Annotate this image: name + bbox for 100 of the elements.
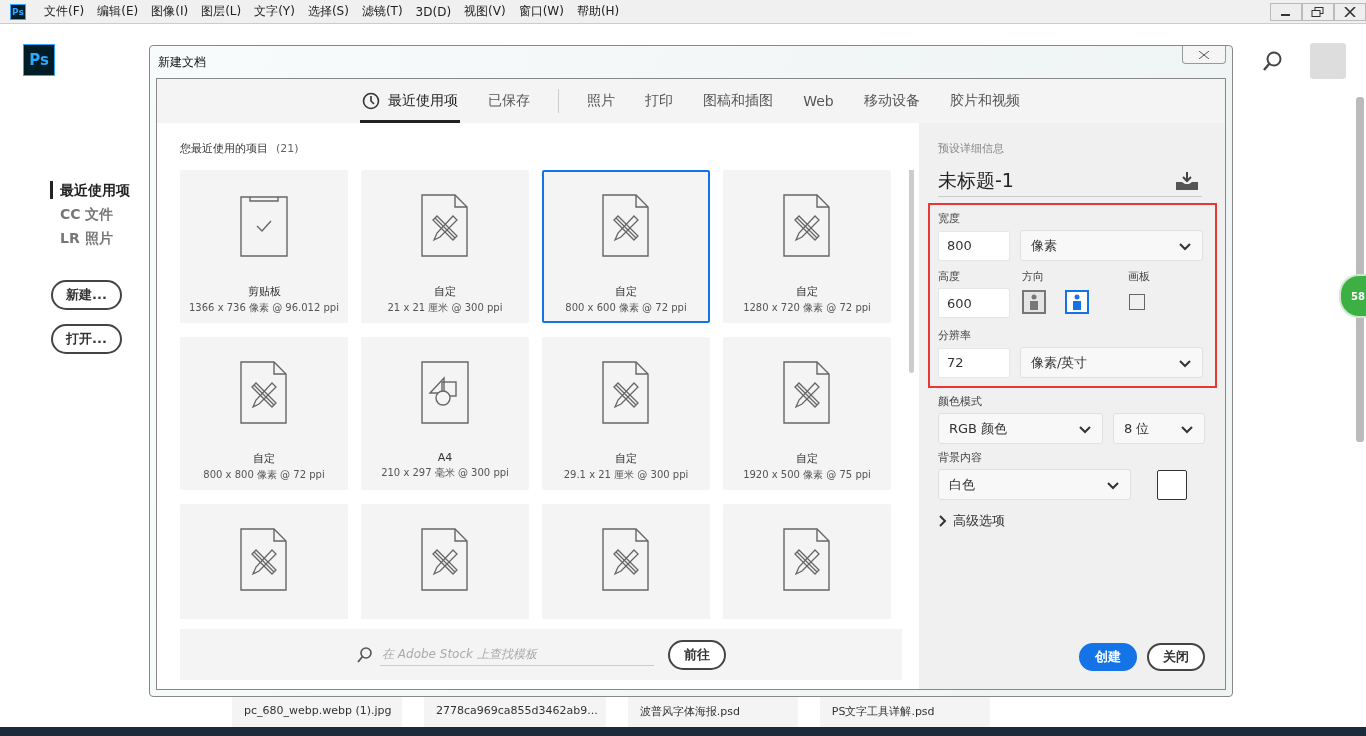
ruler-pencil-document-icon [783, 194, 831, 258]
dropdown[interactable]: 像素/英寸 [1020, 347, 1203, 378]
preset-card[interactable]: 自定 800 x 800 像素 @ 72 ppi [180, 337, 348, 490]
field-label: 宽度 [938, 211, 961, 226]
chevron-down-icon [1178, 357, 1192, 368]
preset-name: 自定 [796, 284, 818, 299]
close-button[interactable] [1182, 46, 1226, 64]
preset-size: 800 x 800 像素 @ 72 ppi [203, 468, 325, 482]
close-button[interactable]: 关闭 [1147, 643, 1205, 671]
ruler-pencil-document-icon [240, 528, 288, 592]
tab[interactable]: 图稿和插图 [701, 82, 776, 123]
color-swatch[interactable] [1157, 469, 1187, 500]
chevron-down-icon [1106, 479, 1120, 490]
pill-button[interactable]: 打开... [51, 324, 122, 354]
shapes-document-icon [421, 361, 469, 425]
menu-item[interactable]: 窗口(W) [518, 3, 564, 20]
disclosure-toggle[interactable]: 高级选项 [938, 512, 1005, 530]
preset-card[interactable] [361, 504, 529, 619]
portrait-icon[interactable] [1022, 290, 1046, 314]
preset-card[interactable]: 自定 29.1 x 21 厘米 @ 300 ppi [542, 337, 710, 490]
chevron-down-icon [1078, 423, 1092, 434]
file-name[interactable]: 波普风字体海报.psd [627, 697, 798, 727]
preset-card[interactable]: 剪贴板 1366 x 736 像素 @ 96.012 ppi [180, 170, 348, 323]
search-icon [1262, 50, 1284, 72]
ruler-pencil-document-icon [602, 361, 650, 425]
tab[interactable]: Web [801, 82, 836, 123]
input-field[interactable]: 600 [938, 288, 1010, 318]
ruler-pencil-document-icon [602, 528, 650, 592]
item-count: (21) [276, 142, 299, 155]
panel-heading: 预设详细信息 [938, 141, 1005, 156]
preset-size: 29.1 x 21 厘米 @ 300 ppi [563, 468, 689, 482]
dropdown[interactable]: RGB 颜色 [938, 413, 1103, 444]
preset-name: 剪贴板 [247, 284, 281, 299]
pill-button[interactable]: 新建... [51, 280, 122, 310]
tab[interactable]: 照片 [585, 82, 618, 123]
dropdown[interactable]: 8 位 [1113, 413, 1205, 444]
create-button[interactable]: 创建 [1079, 643, 1137, 671]
chevron-down-icon [1178, 240, 1192, 251]
nav-item[interactable]: CC 文件 [50, 205, 130, 223]
menu-item[interactable]: 图层(L) [201, 3, 242, 20]
menu-item[interactable]: 3D(D) [415, 4, 452, 19]
app-logo: Ps [23, 44, 55, 76]
preset-card[interactable]: 自定 21 x 21 厘米 @ 300 ppi [361, 170, 529, 323]
preset-card[interactable]: A4 210 x 297 毫米 @ 300 ppi [361, 337, 529, 490]
go-button[interactable]: 前往 [668, 639, 726, 670]
menu-item[interactable]: 滤镜(T) [361, 3, 403, 20]
tab[interactable]: 已保存 [486, 82, 533, 123]
app-icon[interactable]: Ps [10, 3, 26, 20]
field-label: 分辨率 [938, 328, 972, 343]
close-icon [1198, 50, 1210, 59]
preset-name: 自定 [796, 451, 818, 466]
scrollbar[interactable] [909, 170, 914, 373]
preset-name: 自定 [615, 284, 637, 299]
nav-item[interactable]: 最近使用项 [50, 181, 130, 199]
menu-item[interactable]: 编辑(E) [97, 3, 139, 20]
section-heading: 您最近使用的项目 [180, 142, 268, 155]
menu-item[interactable]: 视图(V) [464, 3, 506, 20]
dropdown[interactable]: 像素 [1020, 230, 1203, 261]
ruler-pencil-document-icon [602, 194, 650, 258]
preset-size: 1920 x 500 像素 @ 75 ppi [743, 468, 871, 482]
count-badge: 58 [1339, 274, 1366, 318]
field-label: 背景内容 [938, 450, 983, 465]
checkbox[interactable] [1129, 294, 1145, 310]
search-field[interactable]: 在 Adobe Stock 上查找模板 [380, 643, 654, 666]
menu-item[interactable]: 帮助(H) [576, 3, 620, 20]
landscape-icon[interactable] [1065, 290, 1089, 314]
dialog-title: 新建文档 [158, 53, 206, 71]
file-name[interactable]: 2778ca969ca855d3462ab9... [424, 697, 606, 727]
field-label: 高度 [938, 269, 961, 284]
menu-item[interactable]: 图像(I) [151, 3, 189, 20]
file-name[interactable]: pc_680_webp.webp (1).jpg [232, 697, 402, 727]
menu-item[interactable]: 文字(Y) [254, 3, 295, 20]
field-label: 方向 [1022, 269, 1045, 284]
field-label: 颜色模式 [938, 394, 983, 409]
tab[interactable]: 打印 [643, 82, 676, 123]
tab[interactable]: 胶片和视频 [947, 82, 1022, 123]
preset-name: 自定 [253, 451, 275, 466]
chevron-down-icon [1180, 423, 1194, 434]
ruler-pencil-document-icon [783, 361, 831, 425]
preset-name: A4 [437, 451, 453, 464]
preset-card[interactable] [723, 504, 891, 619]
chevron-icon [938, 515, 948, 527]
nav-item[interactable]: LR 照片 [50, 229, 130, 247]
preset-card[interactable]: 自定 1280 x 720 像素 @ 72 ppi [723, 170, 891, 323]
file-name[interactable]: PS文字工具详解.psd [819, 697, 990, 727]
clipboard-icon [240, 194, 288, 258]
menu-item[interactable]: 文件(F) [44, 3, 85, 20]
ruler-pencil-document-icon [421, 528, 469, 592]
input-field[interactable]: 800 [938, 230, 1010, 261]
preset-size: 21 x 21 厘米 @ 300 ppi [387, 301, 503, 315]
preset-card[interactable]: 自定 800 x 600 像素 @ 72 ppi [542, 170, 710, 323]
preset-name: 自定 [615, 451, 637, 466]
menu-item[interactable]: 选择(S) [307, 3, 349, 20]
document-name[interactable]: 未标题-1 [938, 168, 1014, 194]
preset-card[interactable] [542, 504, 710, 619]
dropdown[interactable]: 白色 [938, 469, 1131, 500]
preset-card[interactable]: 自定 1920 x 500 像素 @ 75 ppi [723, 337, 891, 490]
input-field[interactable]: 72 [938, 347, 1010, 378]
tab[interactable]: 移动设备 [861, 82, 922, 123]
preset-card[interactable] [180, 504, 348, 619]
